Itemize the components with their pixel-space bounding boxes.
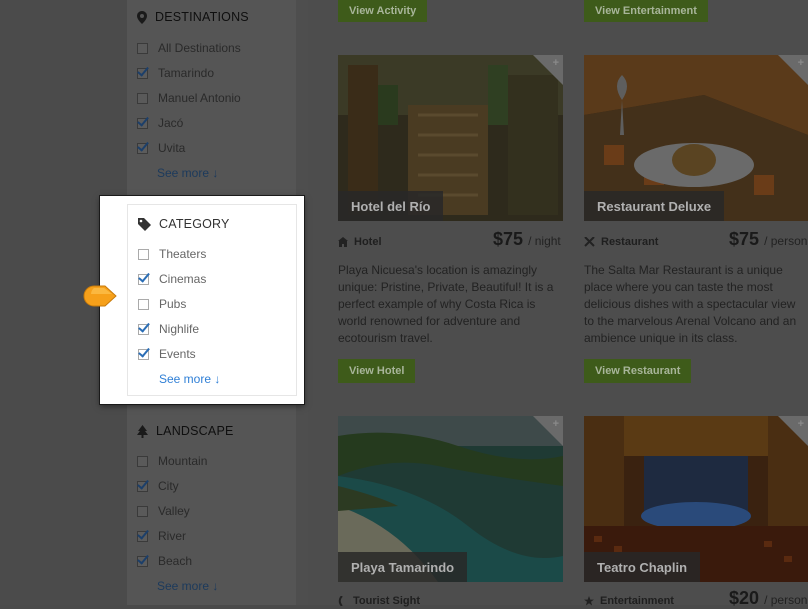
card-price: $20 / person bbox=[729, 588, 807, 609]
add-icon[interactable]: + bbox=[553, 418, 559, 430]
landscape-header: LANDSCAPE bbox=[137, 424, 234, 438]
option-label: Uvita bbox=[158, 141, 186, 155]
callout-pointer-icon bbox=[83, 285, 117, 307]
card-type: Hotel bbox=[338, 236, 382, 248]
filter-option[interactable]: Nighlife bbox=[138, 322, 199, 336]
add-icon[interactable]: + bbox=[553, 57, 559, 69]
restaurant-photo[interactable]: + Restaurant Deluxe bbox=[584, 55, 808, 221]
filter-option[interactable]: Uvita bbox=[137, 141, 185, 155]
card-description: Playa Nicuesa's location is amazingly un… bbox=[338, 263, 554, 345]
filter-option[interactable]: Valley bbox=[137, 504, 190, 518]
option-label: Events bbox=[159, 347, 196, 361]
checkbox[interactable] bbox=[137, 67, 148, 79]
add-icon[interactable]: + bbox=[798, 418, 804, 430]
option-label: Jacó bbox=[158, 116, 184, 130]
view-entertainment-button[interactable]: View Entertainment bbox=[584, 0, 708, 22]
option-label: Theaters bbox=[159, 247, 207, 261]
card-type-label: Hotel bbox=[354, 236, 382, 248]
view-hotel-button[interactable]: View Hotel bbox=[338, 359, 416, 383]
filter-option[interactable]: Events bbox=[138, 347, 196, 361]
checkbox[interactable] bbox=[138, 273, 149, 285]
location-pin-icon bbox=[137, 10, 147, 24]
price-value: $75 bbox=[729, 229, 760, 249]
theater-photo[interactable]: + Teatro Chaplin bbox=[584, 416, 808, 582]
card-title: Teatro Chaplin bbox=[584, 552, 701, 582]
option-label: Pubs bbox=[159, 297, 187, 311]
filter-option[interactable]: Mountain bbox=[137, 454, 207, 468]
filter-option[interactable]: Tamarindo bbox=[137, 66, 214, 80]
checkbox[interactable] bbox=[137, 117, 148, 129]
checkbox[interactable] bbox=[137, 92, 148, 104]
price-value: $20 bbox=[729, 588, 760, 608]
card-description: The Salta Mar Restaurant is a unique pla… bbox=[584, 263, 797, 345]
card-title: Playa Tamarindo bbox=[338, 552, 468, 582]
card-title: Hotel del Río bbox=[338, 191, 444, 221]
checkbox[interactable] bbox=[137, 455, 148, 467]
destinations-title: DESTINATIONS bbox=[155, 10, 249, 24]
price-unit: / person bbox=[764, 234, 808, 248]
checkbox[interactable] bbox=[138, 323, 149, 335]
add-icon[interactable]: + bbox=[798, 57, 804, 69]
category-see-more-link[interactable]: See more ↓ bbox=[159, 372, 220, 386]
filter-option[interactable]: Jacó bbox=[137, 116, 183, 130]
filter-option[interactable]: City bbox=[137, 479, 179, 493]
checkbox[interactable] bbox=[138, 248, 149, 260]
category-filter-highlight: CATEGORY Theaters Cinemas Pubs Nighlife … bbox=[100, 196, 304, 404]
filter-option[interactable]: Beach bbox=[137, 554, 192, 568]
filter-option[interactable]: River bbox=[137, 529, 186, 543]
option-label: River bbox=[158, 529, 187, 543]
hotel-icon bbox=[338, 237, 348, 247]
checkbox[interactable] bbox=[137, 555, 148, 567]
listing-grid: View Activity View Entertainment + Hotel… bbox=[308, 0, 808, 608]
option-label: Valley bbox=[158, 504, 190, 518]
filter-option[interactable]: All Destinations bbox=[137, 41, 241, 55]
card-title: Restaurant Deluxe bbox=[584, 191, 725, 221]
card-price: $75 / night bbox=[493, 229, 561, 250]
landscape-title: LANDSCAPE bbox=[156, 424, 234, 438]
filter-option[interactable]: Pubs bbox=[138, 297, 186, 311]
card-type: Restaurant bbox=[584, 236, 658, 248]
card-price: $75 / person bbox=[729, 229, 807, 250]
card-type-label: Entertainment bbox=[600, 595, 674, 607]
price-value: $75 bbox=[493, 229, 524, 249]
option-label: Manuel Antonio bbox=[158, 91, 241, 105]
view-activity-button[interactable]: View Activity bbox=[338, 0, 428, 22]
filter-option[interactable]: Cinemas bbox=[138, 272, 206, 286]
utensils-icon bbox=[584, 236, 595, 247]
checkbox[interactable] bbox=[137, 505, 148, 517]
category-header: CATEGORY bbox=[138, 217, 230, 231]
destinations-header: DESTINATIONS bbox=[137, 10, 249, 24]
checkbox[interactable] bbox=[137, 42, 148, 54]
option-label: Tamarindo bbox=[158, 66, 215, 80]
checkbox[interactable] bbox=[137, 480, 148, 492]
checkbox[interactable] bbox=[137, 142, 148, 154]
option-label: Nighlife bbox=[159, 322, 200, 336]
filter-option[interactable]: Theaters bbox=[138, 247, 206, 261]
checkbox[interactable] bbox=[138, 298, 149, 310]
checkbox[interactable] bbox=[137, 530, 148, 542]
option-label: City bbox=[158, 479, 179, 493]
option-label: Beach bbox=[158, 554, 193, 568]
view-restaurant-button[interactable]: View Restaurant bbox=[584, 359, 692, 383]
checkbox[interactable] bbox=[138, 348, 149, 360]
beach-photo[interactable]: + Playa Tamarindo bbox=[338, 416, 563, 582]
option-label: All Destinations bbox=[158, 41, 241, 55]
category-title: CATEGORY bbox=[159, 217, 230, 231]
card-type-label: Restaurant bbox=[601, 236, 659, 248]
landscape-see-more-link[interactable]: See more ↓ bbox=[157, 579, 218, 593]
tree-icon bbox=[137, 424, 148, 438]
card-type: Entertainment bbox=[584, 595, 674, 607]
filter-option[interactable]: Manuel Antonio bbox=[137, 91, 241, 105]
category-filter-panel: CATEGORY Theaters Cinemas Pubs Nighlife … bbox=[127, 204, 297, 396]
destinations-see-more-link[interactable]: See more ↓ bbox=[157, 166, 218, 180]
hotel-photo[interactable]: + Hotel del Río bbox=[338, 55, 563, 221]
option-label: Mountain bbox=[158, 454, 208, 468]
price-unit: / night bbox=[528, 234, 561, 248]
card-type: Tourist Sight bbox=[338, 595, 420, 607]
card-type-label: Tourist Sight bbox=[353, 595, 421, 607]
option-label: Cinemas bbox=[159, 272, 207, 286]
tag-icon bbox=[138, 217, 151, 231]
